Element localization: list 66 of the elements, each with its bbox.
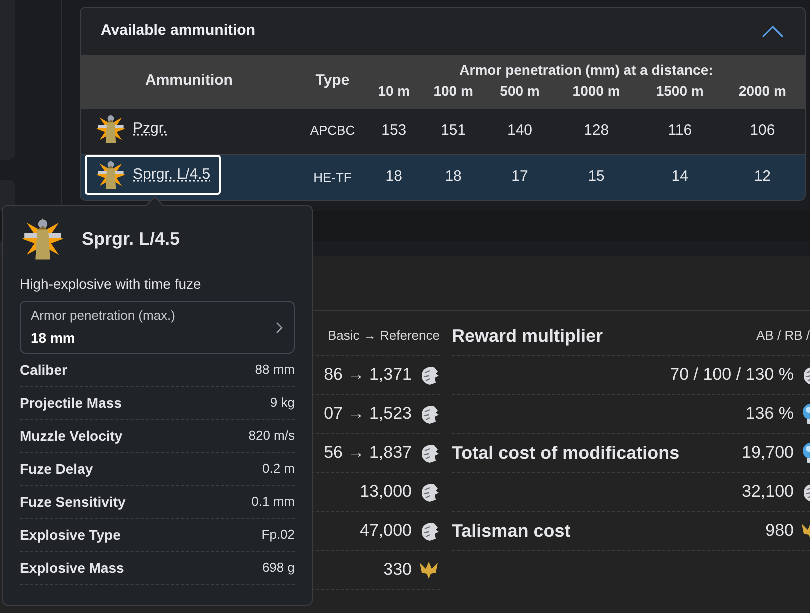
stat-label: Explosive Type: [20, 526, 121, 545]
stat-label: Fuze Delay: [20, 460, 94, 479]
column-header: 10 m: [368, 81, 420, 108]
shell-icon: [95, 113, 127, 145]
stat-label: Muzzle Velocity: [20, 426, 123, 446]
stat-label: Caliber: [20, 360, 68, 380]
table-cell: HE-TF: [297, 154, 368, 200]
chevron-up-icon[interactable]: [761, 24, 785, 38]
stat-label: Projectile Mass: [20, 394, 122, 413]
field-value: 18 mm: [31, 328, 76, 348]
table-cell: 18: [420, 154, 487, 200]
column-header: 100 m: [420, 81, 487, 108]
shell-icon: [20, 216, 66, 262]
row-label: Total cost of modifications: [452, 442, 680, 464]
table-cell: 140: [486, 108, 554, 154]
table-cell: 151: [420, 108, 487, 154]
value-text: 136 %: [746, 403, 794, 426]
table-cell: 18: [368, 154, 420, 200]
value-text: 47,000: [360, 520, 412, 542]
section-title: Reward multiplier: [452, 324, 604, 348]
value-text: 330: [384, 559, 412, 582]
stat-value: 9 kg: [270, 394, 295, 412]
stat-value: 698 g: [262, 559, 295, 578]
table-cell: 12: [720, 154, 805, 200]
value-text: 86 → 1,371: [324, 364, 412, 386]
stat-value: 88 mm: [255, 361, 295, 380]
table-cell: 14: [640, 154, 720, 200]
field-label: Armor penetration (max.): [31, 307, 176, 326]
column-header: AB / RB /: [756, 327, 810, 346]
description-text: High-explosive with time fuze: [20, 275, 202, 294]
shell-icon: [95, 159, 127, 192]
table-cell: 106: [720, 108, 805, 154]
table-cell: 17: [486, 154, 554, 200]
row-label: Talisman cost: [452, 520, 571, 542]
stat-value: 0.2 m: [262, 460, 295, 478]
table-cell: 116: [640, 108, 720, 154]
chevron-right-icon: [276, 322, 284, 334]
column-header: Armor penetration (mm) at a distance:: [368, 55, 805, 82]
value-text: 19,700: [742, 442, 794, 464]
column-header: 500 m: [486, 81, 554, 108]
tooltip-title: Sprgr. L/4.5: [82, 228, 180, 251]
stat-label: Explosive Mass: [20, 558, 124, 578]
column-header: Basic → Reference: [328, 327, 440, 346]
column-header: 2000 m: [720, 81, 805, 108]
column-header: 1500 m: [640, 81, 720, 108]
table-cell: APCBC: [297, 108, 368, 154]
column-header: 1000 m: [553, 81, 640, 108]
value-text: 13,000: [360, 481, 412, 504]
column-header: Type: [297, 55, 368, 108]
value-text: 32,100: [742, 481, 794, 504]
value-text: 56 → 1,837: [324, 442, 412, 464]
stat-value: 0.1 mm: [252, 493, 295, 512]
penetration-card[interactable]: Armor penetration (max.) 18 mm: [20, 301, 295, 354]
panel-title: Available ammunition: [101, 21, 256, 42]
value-text: 980: [766, 520, 794, 542]
stat-value: 820 m/s: [248, 427, 295, 446]
column-header: Ammunition: [81, 55, 298, 108]
table-cell: 153: [368, 108, 420, 154]
stat-value: Fp.02: [262, 526, 295, 544]
table-cell: 128: [553, 108, 640, 154]
stat-label: Fuze Sensitivity: [20, 492, 126, 512]
ammo-row[interactable]: Pzgr. APCBC 153 151 140 128 116 106: [81, 108, 805, 154]
table-cell: 15: [553, 154, 640, 200]
value-text: 07 → 1,523: [324, 403, 412, 426]
ammo-name-link[interactable]: Pzgr.: [133, 118, 168, 140]
value-text: 70 / 100 / 130 %: [670, 364, 794, 386]
